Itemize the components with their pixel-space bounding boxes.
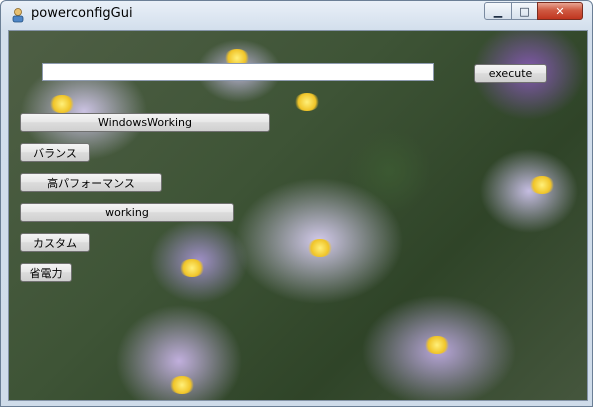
minimize-button[interactable]: ▁ <box>484 2 512 20</box>
windows-working-button[interactable]: WindowsWorking <box>20 113 270 132</box>
flower-center <box>424 336 450 354</box>
app-window: powerconfigGui ▁ □ ✕ execute WindowsWork… <box>0 0 593 407</box>
flower-center <box>169 376 195 394</box>
close-icon: ✕ <box>555 4 565 18</box>
close-button[interactable]: ✕ <box>537 2 583 20</box>
working-button[interactable]: working <box>20 203 234 222</box>
high-performance-button[interactable]: 高パフォーマンス <box>20 173 162 192</box>
maximize-button[interactable]: □ <box>511 2 538 20</box>
balance-button[interactable]: バランス <box>20 143 90 162</box>
maximize-icon: □ <box>519 4 530 18</box>
execute-button[interactable]: execute <box>474 64 547 83</box>
flower-center <box>529 176 555 194</box>
command-input[interactable] <box>42 63 434 81</box>
client-area: execute WindowsWorking バランス 高パフォーマンス wor… <box>8 30 588 401</box>
flower-center <box>294 93 320 111</box>
minimize-icon: ▁ <box>493 4 503 18</box>
flower-center <box>49 95 75 113</box>
title-bar[interactable]: powerconfigGui ▁ □ ✕ <box>1 1 592 29</box>
power-saver-button[interactable]: 省電力 <box>20 263 72 282</box>
window-title: powerconfigGui <box>31 6 133 21</box>
custom-button[interactable]: カスタム <box>20 233 90 252</box>
flower-center <box>307 239 333 257</box>
flower-center <box>179 259 205 277</box>
app-icon <box>12 8 24 23</box>
